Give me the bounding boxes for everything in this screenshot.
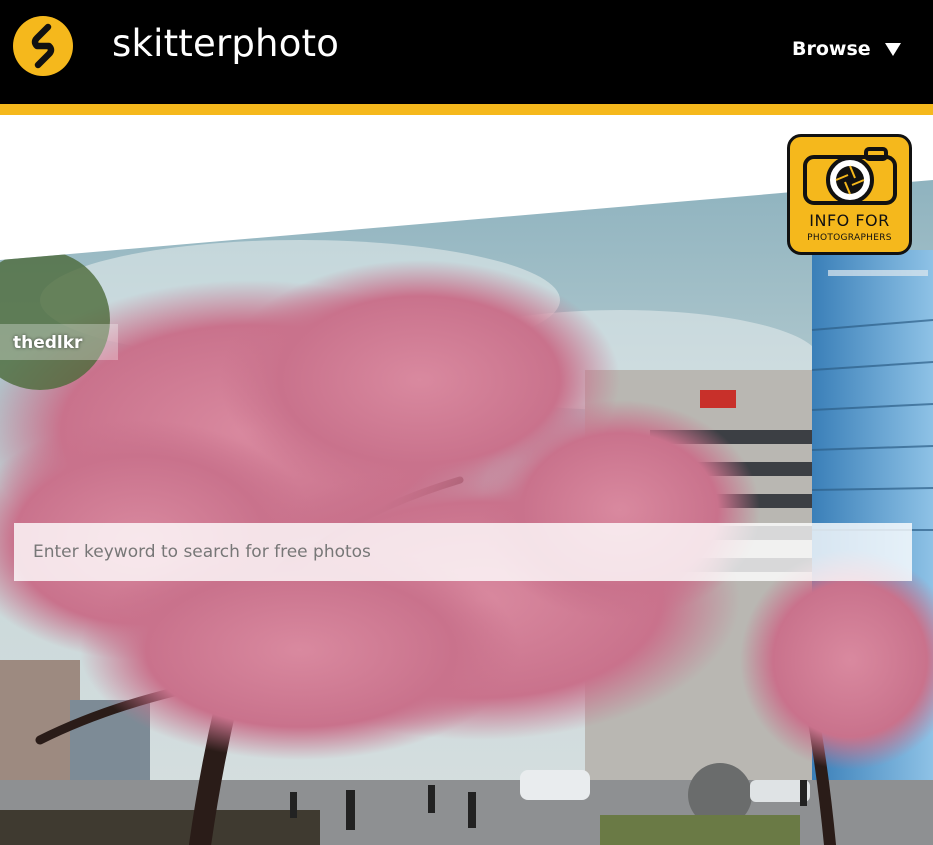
brand-name[interactable]: skitterphoto bbox=[112, 22, 339, 65]
badge-title: INFO FOR bbox=[809, 211, 890, 230]
hero-photo-image bbox=[0, 180, 933, 845]
header-accent-stripe bbox=[0, 104, 933, 115]
hero-photo bbox=[0, 180, 933, 845]
photo-credit-link[interactable]: thedlkr bbox=[0, 324, 118, 360]
browse-label: Browse bbox=[792, 38, 871, 60]
camera-icon bbox=[803, 147, 897, 205]
browse-menu-button[interactable]: Browse bbox=[792, 38, 901, 60]
search-input[interactable] bbox=[14, 523, 912, 581]
badge-subtitle: PHOTOGRAPHERS bbox=[807, 233, 892, 243]
info-for-photographers-badge[interactable]: INFO FOR PHOTOGRAPHERS bbox=[787, 134, 912, 255]
site-header: skitterphoto Browse bbox=[0, 0, 933, 104]
skitterphoto-logo-icon[interactable] bbox=[13, 16, 73, 76]
caret-down-icon bbox=[884, 42, 901, 56]
